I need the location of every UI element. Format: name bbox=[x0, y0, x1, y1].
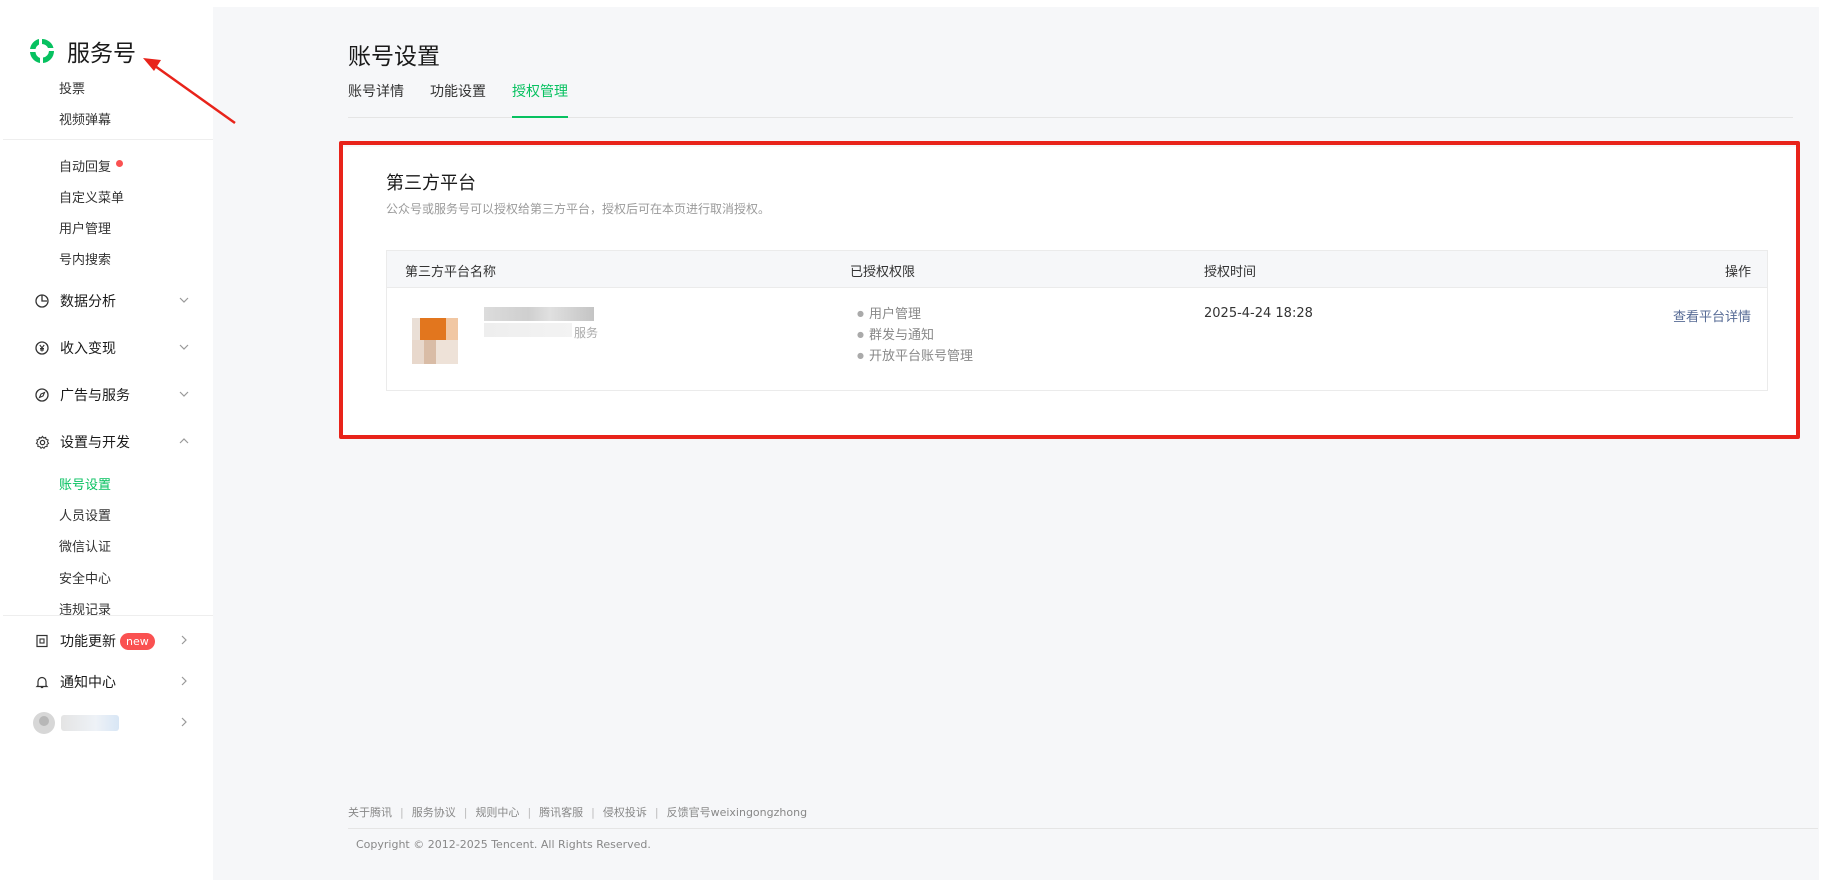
sidebar-item-custom-menu[interactable]: 自定义菜单 bbox=[59, 187, 124, 206]
chevron-up-icon bbox=[179, 438, 189, 444]
sidebar-item-security-center[interactable]: 安全中心 bbox=[59, 568, 111, 587]
brand-name: 服务号 bbox=[67, 41, 136, 67]
tab-bar: 账号详情 功能设置 授权管理 bbox=[348, 82, 1793, 118]
footer-link-infringement[interactable]: 侵权投诉 bbox=[603, 806, 647, 819]
footer-links: 关于腾讯 | 服务协议 | 规则中心 | 腾讯客服 | 侵权投诉 | 反馈官号weixingongz… bbox=[348, 806, 808, 819]
sidebar-group-label: 数据分析 bbox=[60, 294, 116, 310]
sidebar-group-ads-services[interactable]: 广告与服务 bbox=[33, 384, 191, 406]
sidebar-item-label: 功能更新 bbox=[60, 634, 116, 650]
chevron-down-icon bbox=[179, 344, 189, 350]
pie-chart-icon bbox=[33, 292, 51, 310]
sidebar-group-label: 广告与服务 bbox=[60, 388, 130, 404]
footer-link-about[interactable]: 关于腾讯 bbox=[348, 806, 392, 819]
sidebar-group-settings-dev[interactable]: 设置与开发 bbox=[33, 431, 191, 453]
sidebar-divider bbox=[3, 139, 213, 140]
sidebar-item-feature-updates[interactable]: 功能更新 new bbox=[33, 630, 191, 652]
sidebar-item-vote[interactable]: 投票 bbox=[59, 78, 85, 97]
sidebar-item-label: 通知中心 bbox=[60, 675, 116, 691]
unread-dot bbox=[116, 160, 124, 167]
sidebar-group-monetization[interactable]: 收入变现 bbox=[33, 337, 191, 359]
service-account-logo-icon bbox=[30, 39, 55, 63]
sidebar-item-notification-center[interactable]: 通知中心 bbox=[33, 671, 191, 693]
sidebar-item-user-management[interactable]: 用户管理 bbox=[59, 218, 111, 237]
copyright-text: Copyright © 2012-2025 Tencent. All Right… bbox=[356, 838, 651, 851]
chevron-right-icon bbox=[181, 717, 187, 727]
sidebar-item-video-danmaku[interactable]: 视频弹幕 bbox=[59, 109, 111, 128]
chevron-down-icon bbox=[179, 391, 189, 397]
account-name-redacted bbox=[61, 715, 119, 731]
sidebar-item-auto-reply[interactable]: 自动回复 bbox=[59, 156, 124, 175]
chevron-right-icon bbox=[181, 635, 187, 645]
account-profile-menu[interactable] bbox=[33, 712, 191, 734]
footer-link-rules[interactable]: 规则中心 bbox=[475, 806, 519, 819]
gear-icon bbox=[33, 433, 51, 451]
sidebar-group-data-analysis[interactable]: 数据分析 bbox=[33, 290, 191, 312]
sidebar-item-in-account-search[interactable]: 号内搜索 bbox=[59, 249, 111, 268]
tab-feature-settings[interactable]: 功能设置 bbox=[430, 82, 486, 118]
chevron-right-icon bbox=[181, 676, 187, 686]
footer-link-feedback[interactable]: 反馈官号weixingongzhong bbox=[667, 806, 807, 819]
brand-logo[interactable]: 服务号 bbox=[27, 36, 136, 67]
sidebar-item-member-settings[interactable]: 人员设置 bbox=[59, 505, 111, 524]
sidebar-group-label: 收入变现 bbox=[60, 341, 116, 357]
new-badge: new bbox=[120, 632, 155, 650]
bell-icon bbox=[33, 673, 51, 691]
sidebar: 服务号 投票 视频弹幕 自动回复 自定义菜单 用户管理 号内搜索 数据分析 收入… bbox=[3, 7, 213, 880]
tab-authorization-management[interactable]: 授权管理 bbox=[512, 82, 568, 118]
footer-divider bbox=[348, 828, 1818, 829]
sidebar-group-label: 设置与开发 bbox=[60, 435, 130, 451]
sidebar-item-wechat-verification[interactable]: 微信认证 bbox=[59, 536, 111, 555]
avatar bbox=[33, 712, 55, 734]
footer-link-support[interactable]: 腾讯客服 bbox=[539, 806, 583, 819]
page-title: 账号设置 bbox=[348, 44, 440, 70]
sidebar-item-account-settings[interactable]: 账号设置 bbox=[59, 474, 111, 493]
yen-coin-icon bbox=[33, 339, 51, 357]
sidebar-item-label: 自动回复 bbox=[59, 160, 112, 175]
tab-account-details[interactable]: 账号详情 bbox=[348, 82, 404, 118]
annotation-highlight-box bbox=[339, 141, 1800, 439]
app-frame: 服务号 投票 视频弹幕 自动回复 自定义菜单 用户管理 号内搜索 数据分析 收入… bbox=[3, 7, 1819, 880]
compass-icon bbox=[33, 386, 51, 404]
updates-doc-icon bbox=[33, 632, 51, 650]
footer-link-terms[interactable]: 服务协议 bbox=[412, 806, 456, 819]
chevron-down-icon bbox=[179, 297, 189, 303]
sidebar-divider bbox=[3, 615, 213, 616]
